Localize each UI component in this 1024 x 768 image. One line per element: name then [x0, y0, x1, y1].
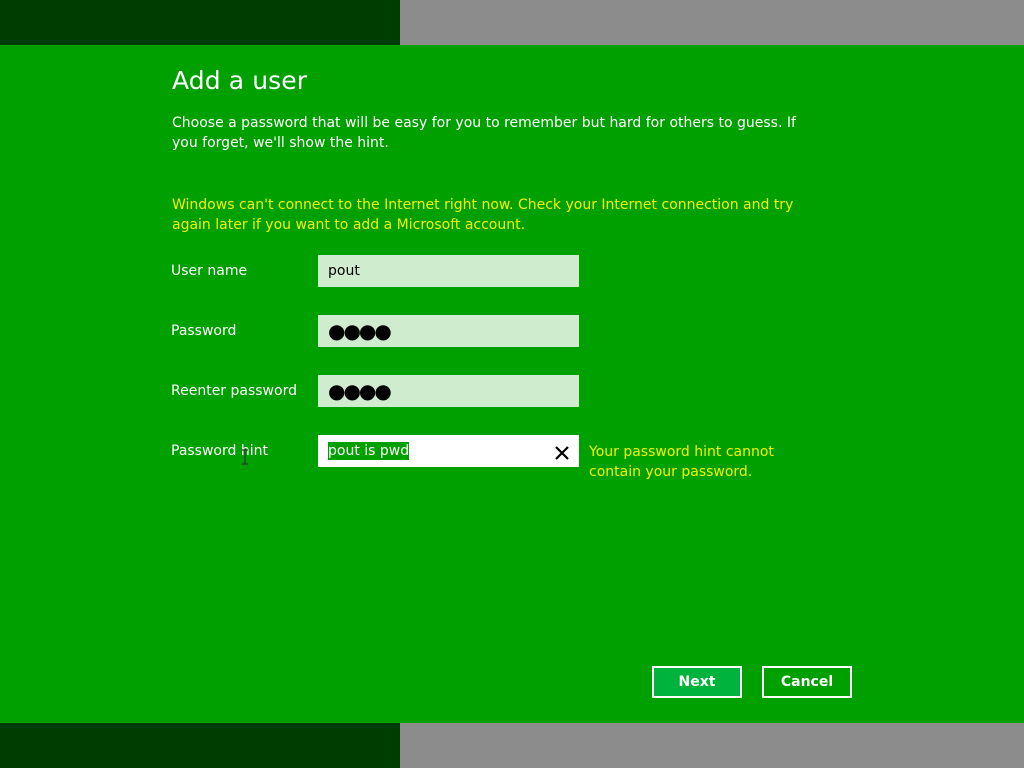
- top-band-left: [0, 0, 400, 45]
- password-hint-value: pout is pwd: [328, 442, 410, 460]
- bottom-band-left: [0, 723, 400, 768]
- next-button[interactable]: Next: [652, 666, 742, 698]
- bottom-band-right: [400, 723, 1024, 768]
- close-icon[interactable]: [553, 442, 571, 460]
- connection-warning: Windows can't connect to the Internet ri…: [172, 197, 794, 233]
- add-user-screen: Add a user Choose a password that will b…: [0, 0, 1024, 768]
- password-field[interactable]: ●●●●: [318, 315, 579, 347]
- cancel-button[interactable]: Cancel: [762, 666, 852, 698]
- text-cursor-icon: [242, 449, 248, 465]
- reenter-password-label: Reenter password: [171, 383, 297, 399]
- password-hint-field[interactable]: pout is pwd: [318, 435, 579, 467]
- hint-error-message: Your password hint cannot contain your p…: [589, 444, 774, 480]
- page-title: Add a user: [172, 66, 308, 95]
- top-band-right: [400, 0, 1024, 45]
- reenter-password-field[interactable]: ●●●●: [318, 375, 579, 407]
- username-label: User name: [171, 263, 248, 279]
- password-hint-label: Password hint: [171, 443, 268, 459]
- password-label: Password: [171, 323, 237, 339]
- intro-text: Choose a password that will be easy for …: [172, 115, 796, 151]
- username-field[interactable]: pout: [318, 255, 579, 287]
